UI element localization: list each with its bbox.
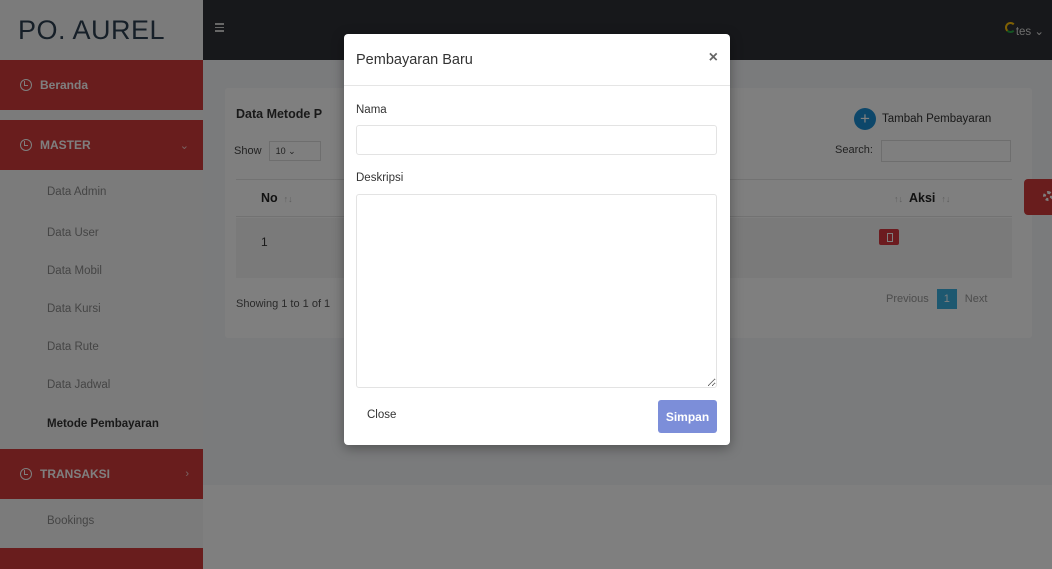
new-payment-modal: Pembayaran Baru × Nama Deskripsi Close S… (344, 34, 730, 445)
save-button[interactable]: Simpan (658, 400, 717, 433)
nama-label: Nama (356, 104, 387, 116)
close-button[interactable]: Close (367, 409, 396, 421)
modal-header: Pembayaran Baru × (344, 34, 730, 86)
deskripsi-label: Deskripsi (356, 172, 404, 184)
nama-input[interactable] (356, 125, 717, 155)
deskripsi-textarea[interactable] (356, 194, 717, 388)
modal-title: Pembayaran Baru (356, 52, 473, 68)
close-icon[interactable]: × (709, 49, 718, 67)
